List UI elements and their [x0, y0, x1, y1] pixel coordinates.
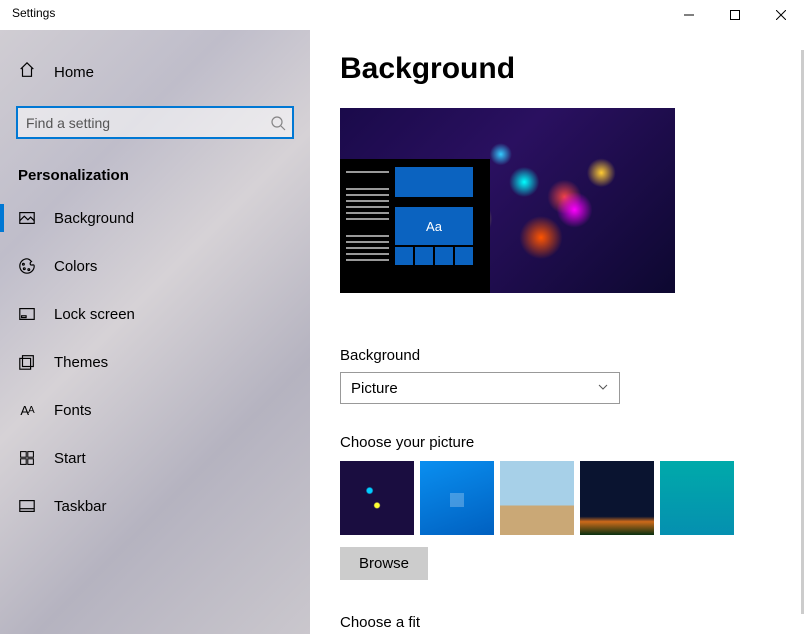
thumbnail-paint-splash[interactable]: [340, 461, 414, 535]
nav-start[interactable]: Start: [0, 434, 310, 482]
nav-label: Fonts: [54, 402, 92, 419]
chevron-down-icon: [597, 380, 609, 397]
maximize-button[interactable]: [712, 0, 758, 30]
minimize-button[interactable]: [666, 0, 712, 30]
thumbnail-beach-rocks[interactable]: [500, 461, 574, 535]
sidebar: Home Personalization Background Colors: [0, 30, 310, 634]
search-icon: [270, 115, 286, 131]
desktop-preview: Aa: [340, 108, 675, 293]
thumbnail-underwater[interactable]: [660, 461, 734, 535]
nav-background[interactable]: Background: [0, 194, 310, 242]
thumbnail-night-camp[interactable]: [580, 461, 654, 535]
thumbnail-windows-blue[interactable]: [420, 461, 494, 535]
nav-label: Colors: [54, 258, 97, 275]
nav-lockscreen[interactable]: Lock screen: [0, 290, 310, 338]
fonts-icon: AA: [18, 401, 36, 419]
nav-colors[interactable]: Colors: [0, 242, 310, 290]
picture-icon: [18, 209, 36, 227]
themes-icon: [18, 353, 36, 371]
home-link[interactable]: Home: [0, 52, 310, 92]
dropdown-value: Picture: [351, 380, 398, 397]
content: Background Aa Background Picture: [310, 30, 804, 634]
nav-label: Start: [54, 450, 86, 467]
start-icon: [18, 449, 36, 467]
home-icon: [18, 61, 36, 83]
nav-list: Background Colors Lock screen Themes: [0, 194, 310, 530]
titlebar: Settings: [0, 0, 804, 30]
preview-startmenu: Aa: [340, 159, 490, 279]
browse-button[interactable]: Browse: [340, 547, 428, 580]
search-input[interactable]: [16, 106, 294, 139]
choose-picture-label: Choose your picture: [340, 434, 774, 451]
nav-label: Background: [54, 210, 134, 227]
page-title: Background: [340, 52, 774, 86]
preview-sample-text: Aa: [395, 207, 473, 245]
search-wrap: [16, 106, 294, 139]
nav-label: Lock screen: [54, 306, 135, 323]
picture-thumbnails: [340, 461, 774, 535]
category-header: Personalization: [18, 167, 310, 184]
palette-icon: [18, 257, 36, 275]
preview-taskbar: [340, 279, 490, 293]
nav-label: Themes: [54, 354, 108, 371]
lockscreen-icon: [18, 305, 36, 323]
nav-label: Taskbar: [54, 498, 107, 515]
background-label: Background: [340, 347, 774, 364]
taskbar-icon: [18, 497, 36, 515]
nav-fonts[interactable]: AA Fonts: [0, 386, 310, 434]
background-dropdown[interactable]: Picture: [340, 372, 620, 404]
home-label: Home: [54, 64, 94, 81]
window-title: Settings: [12, 6, 55, 20]
close-button[interactable]: [758, 0, 804, 30]
nav-themes[interactable]: Themes: [0, 338, 310, 386]
nav-taskbar[interactable]: Taskbar: [0, 482, 310, 530]
choose-fit-label: Choose a fit: [340, 614, 774, 631]
